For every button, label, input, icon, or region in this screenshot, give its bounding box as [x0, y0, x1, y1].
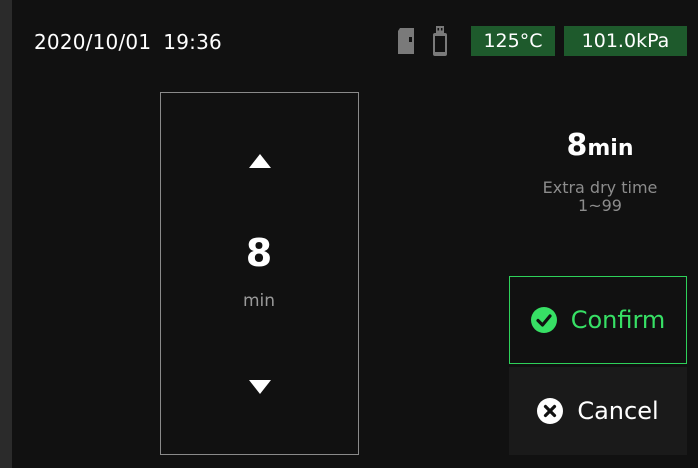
- usb-icon: [433, 26, 447, 56]
- increment-button[interactable]: [227, 139, 293, 183]
- summary-unit: min: [587, 136, 634, 161]
- summary-range: 1~99: [578, 196, 622, 215]
- cancel-button[interactable]: Cancel: [509, 367, 687, 455]
- confirm-label: Confirm: [570, 306, 666, 334]
- date-text: 2020/10/01: [34, 30, 152, 54]
- picker-value: 8: [245, 231, 273, 275]
- check-circle-icon: [530, 307, 557, 333]
- triangle-down-icon: [249, 380, 271, 394]
- datetime: 2020/10/01 19:36: [34, 30, 222, 54]
- summary-number: 8: [566, 128, 588, 163]
- cancel-label: Cancel: [577, 397, 659, 425]
- triangle-up-icon: [249, 154, 271, 168]
- screen: 2020/10/01 19:36 125°C 101.0kPa 8 min 8m…: [12, 0, 698, 468]
- status-bar: 2020/10/01 19:36 125°C 101.0kPa: [12, 0, 698, 84]
- temperature-badge: 125°C: [471, 26, 555, 56]
- picker-unit: min: [242, 291, 276, 311]
- x-circle-icon: [537, 398, 564, 424]
- value-picker: 8 min: [160, 92, 359, 455]
- summary-label: Extra dry time: [542, 178, 658, 197]
- decrement-button[interactable]: [227, 365, 293, 409]
- sd-card-icon: [398, 28, 414, 54]
- time-text: 19:36: [163, 30, 222, 54]
- pressure-badge: 101.0kPa: [564, 26, 687, 56]
- summary-value: 8min: [522, 128, 678, 163]
- confirm-button[interactable]: Confirm: [509, 276, 687, 364]
